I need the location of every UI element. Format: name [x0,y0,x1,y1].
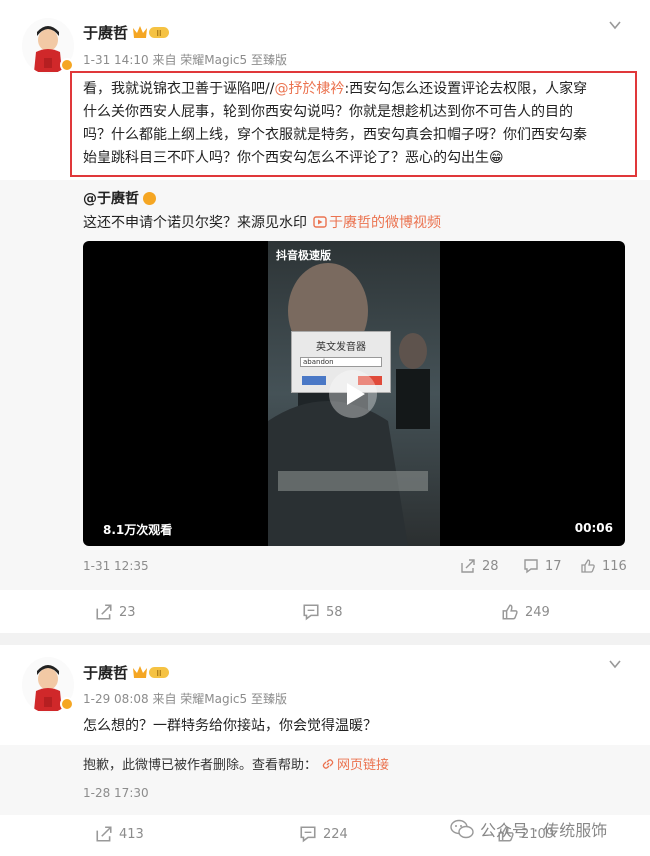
username[interactable]: 于赓哲 [83,22,128,43]
weibo-post-card: 于赓哲 II 1-31 14:10 来自 荣耀Magic5 至臻版 看，我就说锦… [0,0,650,633]
repost-area: @于赓哲 这还不申请个诺贝尔奖？来源见水印 于赓哲的微博视频 抖音极速版 英文发… [0,180,650,590]
comment-button[interactable]: 58 [302,603,343,621]
video-watermark: 抖音极速版 [276,249,331,262]
post-text-line: 什么关你西安人屁事，轮到你西安勾说吗？你就是想趁机达到你不可告人的目的 [83,104,573,120]
help-link[interactable]: 网页链接 [337,754,389,773]
comment-count: 224 [323,826,348,842]
post-text: 怎么想的？一群特务给你接站，你会觉得温暖？ [83,718,377,734]
comment-icon [524,559,538,574]
deleted-notice-text: 抱歉，此微博已被作者删除。查看帮助： [83,758,318,773]
mention-link[interactable]: @抒於棣衿 [274,81,344,97]
verified-badge-icon [60,697,74,711]
repost-text: 这还不申请个诺贝尔奖？来源见水印 [83,215,307,231]
thumbs-up-icon [502,604,518,620]
repost-comment-button[interactable]: 17 [523,558,562,574]
wechat-icon [450,819,474,839]
video-dialog-input: abandon [300,357,382,367]
post-text-line: 吗？什么都能上纲上线，穿个衣服就是特务，西安勾真会扣帽子呀？你们西安勾秦 [83,127,587,143]
video-player[interactable]: 抖音极速版 英文发音器 abandon 8.1万次观看 00:06 [83,241,625,546]
vip-crown-icon: II [133,666,169,678]
play-icon[interactable] [328,369,378,419]
chevron-down-icon[interactable] [608,18,622,32]
deleted-date: 1-28 17:30 [83,786,149,800]
share-count: 413 [119,826,144,842]
video-dialog-title: 英文发音器 [316,342,366,353]
comment-icon [300,826,316,843]
share-button[interactable]: 23 [95,603,136,621]
watermark-text: 公众号 · 传统服饰 [480,821,608,840]
like-count: 249 [525,604,550,620]
video-link[interactable]: 于赓哲的微博视频 [329,212,441,232]
post-meta: 1-29 08:08 来自 荣耀Magic5 至臻版 [83,692,287,706]
post-text-line: 看，我就说锦衣卫善于诬陷吧//@抒於棣衿:西安勾怎么还设置评论去权限，人家穿 [83,78,631,101]
share-button[interactable]: 413 [95,825,144,843]
share-count: 23 [119,604,136,620]
comment-count: 58 [326,604,343,620]
like-count: 116 [602,558,627,574]
share-icon [96,604,112,620]
comment-icon [303,604,319,621]
repost-header: @于赓哲 [83,188,156,208]
repost-text-row: 这还不申请个诺贝尔奖？来源见水印 于赓哲的微博视频 [83,212,441,232]
comment-button[interactable]: 224 [299,825,348,843]
account-watermark: 公众号 · 传统服饰 [450,817,607,841]
repost-like-button[interactable]: 116 [580,558,627,574]
share-count: 28 [482,558,499,574]
share-icon [96,826,112,842]
post-meta: 1-31 14:10 来自 荣耀Magic5 至臻版 [83,53,287,67]
post-text-segment: :西安勾怎么还设置评论去权限，人家穿 [344,81,588,97]
verified-badge-icon [143,191,156,205]
thumbs-up-icon [581,559,595,573]
verified-badge-icon [60,58,74,72]
svg-text:II: II [157,29,162,38]
weibo-post-card: 于赓哲 II 1-29 08:08 来自 荣耀Magic5 至臻版 怎么想的？一… [0,645,650,856]
comment-count: 17 [545,558,562,574]
deleted-repost-area: 抱歉，此微博已被作者删除。查看帮助： 网页链接 1-28 17:30 [0,745,650,815]
post-text: 看，我就说锦衣卫善于诬陷吧//@抒於棣衿:西安勾怎么还设置评论去权限，人家穿 什… [83,78,631,170]
like-button[interactable]: 249 [501,603,550,621]
repost-username[interactable]: @于赓哲 [83,188,139,208]
post-text-segment: 看，我就说锦衣卫善于诬陷吧// [83,81,275,97]
repost-share-button[interactable]: 28 [460,558,499,574]
link-icon [322,758,334,769]
post-text-line: 始皇跳科目三不吓人吗？你个西安勾怎么不评论了？恶心的勾出生😁 [83,150,504,166]
video-duration: 00:06 [574,521,613,535]
username[interactable]: 于赓哲 [83,662,128,683]
svg-text:II: II [157,669,162,678]
share-icon [461,559,475,573]
vip-crown-icon: II [133,26,169,38]
video-view-count: 8.1万次观看 [103,523,173,537]
video-dialog-button [302,376,326,385]
repost-date: 1-31 12:35 [83,559,149,573]
deleted-notice: 抱歉，此微博已被作者删除。查看帮助： 网页链接 [83,754,389,773]
chevron-down-icon[interactable] [608,657,622,671]
video-link-icon [313,216,327,228]
